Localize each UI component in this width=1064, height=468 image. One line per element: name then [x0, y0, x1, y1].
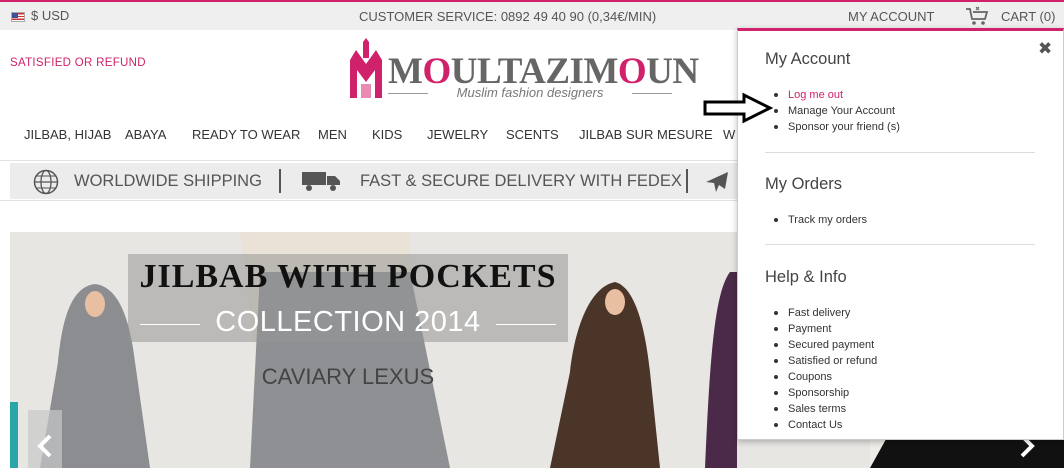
- slider-prev-button[interactable]: [28, 410, 62, 468]
- help-link-satisfied-or-refund[interactable]: Satisfied or refund: [773, 353, 877, 369]
- help-info-list: Fast delivery Payment Secured payment Sa…: [773, 305, 877, 433]
- close-icon[interactable]: ✖: [1038, 39, 1052, 59]
- nav-item-ready-to-wear[interactable]: READY TO WEAR: [192, 127, 300, 142]
- nav-divider: [0, 160, 740, 161]
- fedex-delivery-text: FAST & SECURE DELIVERY WITH FEDEX: [360, 172, 682, 190]
- annotation-arrow-icon: [703, 92, 774, 124]
- cart-link[interactable]: CART (0): [1001, 9, 1055, 24]
- shipping-banner: WORLDWIDE SHIPPING FAST & SECURE DELIVER…: [10, 163, 740, 199]
- help-link-secured-payment[interactable]: Secured payment: [773, 337, 877, 353]
- track-orders-link[interactable]: Track my orders: [773, 212, 867, 228]
- help-link-contact-us[interactable]: Contact Us: [773, 417, 877, 433]
- help-link-sponsorship[interactable]: Sponsorship: [773, 385, 877, 401]
- my-orders-list: Track my orders: [773, 212, 867, 228]
- hero-title-box: JILBAB WITH POCKETS COLLECTION 2014: [128, 254, 568, 342]
- help-link-sales-terms[interactable]: Sales terms: [773, 401, 877, 417]
- my-account-link[interactable]: MY ACCOUNT: [848, 9, 934, 24]
- main-nav: JILBAB, HIJAB ABAYA READY TO WEAR MEN KI…: [0, 120, 740, 150]
- hero-subtitle: COLLECTION 2014: [215, 306, 481, 338]
- log-me-out-link[interactable]: Log me out: [774, 87, 900, 103]
- logo-tagline: Muslim fashion designers: [388, 85, 672, 100]
- nav-item-jilbab-sur-mesure[interactable]: JILBAB SUR MESURE: [579, 127, 713, 142]
- nav-item-abaya[interactable]: ABAYA: [125, 127, 166, 142]
- hero-subtitle-line: [496, 324, 556, 325]
- sponsor-friend-link[interactable]: Sponsor your friend (s): [774, 119, 900, 135]
- worldwide-shipping-text: WORLDWIDE SHIPPING: [74, 172, 262, 190]
- nav-item-jewelry[interactable]: JEWELRY: [427, 127, 488, 142]
- customer-service-text: CUSTOMER SERVICE: 0892 49 40 90 (0,34€/M…: [359, 9, 657, 24]
- help-link-coupons[interactable]: Coupons: [773, 369, 877, 385]
- top-bar: $ USD CUSTOMER SERVICE: 0892 49 40 90 (0…: [0, 0, 1064, 30]
- page: $ USD CUSTOMER SERVICE: 0892 49 40 90 (0…: [0, 0, 1064, 468]
- truck-icon: [302, 172, 340, 191]
- my-orders-heading: My Orders: [765, 175, 843, 193]
- currency-selector[interactable]: $ USD: [31, 8, 69, 23]
- panel-divider: [765, 152, 1035, 153]
- my-account-heading: My Account: [765, 50, 851, 68]
- globe-icon: [33, 169, 59, 195]
- my-account-list: Log me out Manage Your Account Sponsor y…: [774, 87, 900, 135]
- nav-item-truncated[interactable]: W: [723, 127, 735, 142]
- nav-item-kids[interactable]: KIDS: [372, 127, 402, 142]
- chevron-left-icon: [37, 434, 52, 458]
- site-logo[interactable]: MOULTAZIMOUN Muslim fashion designers: [346, 38, 699, 104]
- hero-fabric-name: CAVIARY LEXUS: [261, 364, 435, 389]
- help-link-fast-delivery[interactable]: Fast delivery: [773, 305, 877, 321]
- logo-mark-icon: [350, 38, 382, 98]
- plane-icon: [706, 172, 728, 192]
- panel-divider: [765, 244, 1035, 245]
- manage-account-link[interactable]: Manage Your Account: [774, 103, 900, 119]
- cart-icon[interactable]: [965, 6, 989, 26]
- help-link-payment[interactable]: Payment: [773, 321, 877, 337]
- us-flag-icon: [11, 12, 25, 22]
- account-dropdown-panel: ✖ My Account Log me out Manage Your Acco…: [737, 28, 1064, 440]
- nav-item-scents[interactable]: SCENTS: [506, 127, 559, 142]
- nav-item-men[interactable]: MEN: [318, 127, 347, 142]
- banner-divider: [0, 200, 740, 201]
- banner-separator: [686, 169, 688, 193]
- hero-title: JILBAB WITH POCKETS: [139, 258, 557, 295]
- nav-item-jilbab-hijab[interactable]: JILBAB, HIJAB: [24, 127, 111, 142]
- help-info-heading: Help & Info: [765, 268, 847, 286]
- banner-separator: [279, 169, 281, 193]
- satisfied-or-refund-text: SATISFIED OR REFUND: [10, 57, 146, 69]
